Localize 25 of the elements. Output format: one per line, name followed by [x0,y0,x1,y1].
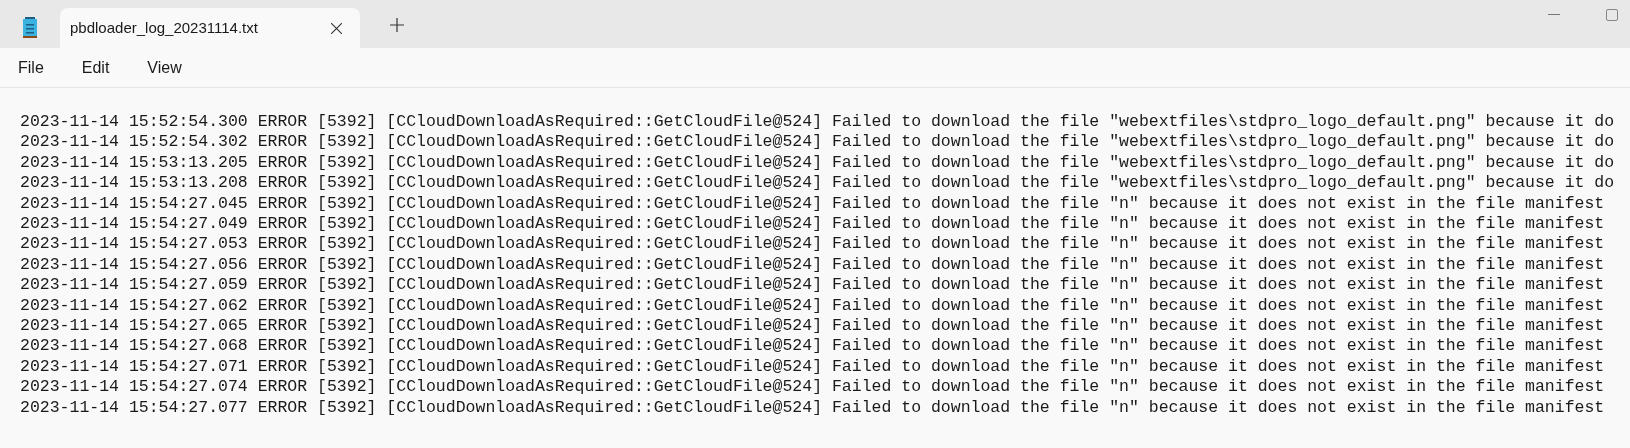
tab-title: pbdloader_log_20231114.txt [70,17,258,38]
log-line: 2023-11-14 15:54:27.077 ERROR [5392] [CCloudDownloadAsRequired::GetCloudFile@524] Failed to download the file "n" because it does not exist in the file manifest [20,397,1605,419]
log-line: 2023-11-14 15:52:54.302 ERROR [5392] [CCloudDownloadAsRequired::GetCloudFile@524] Failed to download the file "webextfiles\stdpro_logo_default.png" because it do [20,132,1615,153]
log-line: 2023-11-14 15:54:27.068 ERROR [5392] [CCloudDownloadAsRequired::GetCloudFile@524] Failed to download the file "n" because it does not exist in the file manifest [20,336,1605,357]
menu-item[interactable]: File [8,51,54,84]
file-tab[interactable]: pbdloader_log_20231114.txt [60,8,360,48]
log-line: 2023-11-14 15:52:54.300 ERROR [5392] [CCloudDownloadAsRequired::GetCloudFile@524] Failed to download the file "webextfiles\stdpro_logo_default.png" because it do [20,112,1615,133]
notepad-icon [22,17,38,39]
log-line: 2023-11-14 15:54:27.062 ERROR [5392] [CCloudDownloadAsRequired::GetCloudFile@524] Failed to download the file "n" because it does not exist in the file manifest [20,295,1605,317]
log-line: 2023-11-14 15:54:27.074 ERROR [5392] [CCloudDownloadAsRequired::GetCloudFile@524] Failed to download the file "n" because it does not exist in the file manifest [20,377,1605,398]
log-line: 2023-11-14 15:54:27.071 ERROR [5392] [CCloudDownloadAsRequired::GetCloudFile@524] Failed to download the file "n" because it does not exist in the file manifest [20,356,1605,378]
close-icon[interactable] [331,22,342,34]
log-line: 2023-11-14 15:53:13.205 ERROR [5392] [CCloudDownloadAsRequired::GetCloudFile@524] Failed to download the file "webextfiles\stdpro_logo_default.png" because it do [20,152,1615,174]
menu-item[interactable]: View [137,51,192,84]
log-line: 2023-11-14 15:54:27.045 ERROR [5392] [CCloudDownloadAsRequired::GetCloudFile@524] Failed to download the file "n" because it does not exist in the file manifest [20,193,1605,215]
minimize-icon[interactable] [1548,14,1560,16]
log-line: 2023-11-14 15:53:13.208 ERROR [5392] [CCloudDownloadAsRequired::GetCloudFile@524] Failed to download the file "webextfiles\stdpro_logo_default.png" because it do [20,173,1615,194]
maximize-icon[interactable] [1606,9,1618,21]
log-line: 2023-11-14 15:54:27.053 ERROR [5392] [CCloudDownloadAsRequired::GetCloudFile@524] Failed to download the file "n" because it does not exist in the file manifest [20,234,1605,255]
plus-icon [390,18,404,32]
log-line: 2023-11-14 15:54:27.049 ERROR [5392] [CCloudDownloadAsRequired::GetCloudFile@524] Failed to download the file "n" because it does not exist in the file manifest [20,214,1605,235]
log-line: 2023-11-14 15:54:27.059 ERROR [5392] [CCloudDownloadAsRequired::GetCloudFile@524] Failed to download the file "n" because it does not exist in the file manifest [20,275,1605,296]
log-line: 2023-11-14 15:54:27.056 ERROR [5392] [CCloudDownloadAsRequired::GetCloudFile@524] Failed to download the file "n" because it does not exist in the file manifest [20,254,1605,276]
log-line: 2023-11-14 15:54:27.065 ERROR [5392] [CCloudDownloadAsRequired::GetCloudFile@524] Failed to download the file "n" because it does not exist in the file manifest [20,316,1605,337]
menu-item[interactable]: Edit [71,51,120,84]
